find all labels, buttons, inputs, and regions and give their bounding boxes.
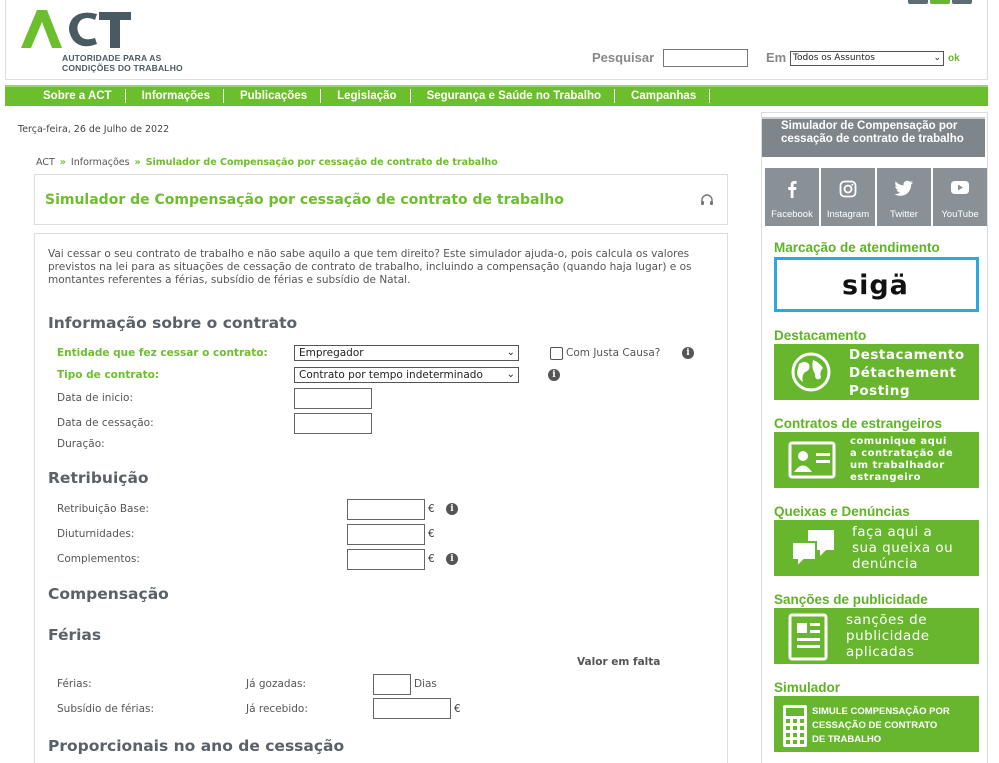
siga-banner[interactable]: sigä bbox=[774, 257, 979, 312]
id-card-icon bbox=[788, 441, 836, 479]
currency-label: € bbox=[428, 503, 435, 515]
top-utility-buttons bbox=[908, 0, 974, 7]
speech-bubbles-icon bbox=[791, 530, 834, 570]
start-date-label: Data de inicio: bbox=[57, 392, 134, 404]
breadcrumb-informacoes[interactable]: Informações bbox=[71, 157, 130, 168]
missing-value-label: Valor em falta bbox=[577, 656, 661, 668]
twitter-icon bbox=[894, 180, 913, 196]
nav-item-seguranca[interactable]: Segurança e Saúde no Trabalho bbox=[411, 89, 616, 103]
page-title-box: Simulador de Compensação por cessação de… bbox=[34, 174, 728, 225]
act-logo[interactable] bbox=[21, 8, 133, 52]
seniority-label: Diuturnidades: bbox=[57, 528, 135, 540]
facebook-icon bbox=[788, 181, 797, 198]
globe-icon bbox=[791, 352, 831, 392]
chevron-down-icon: ⌄ bbox=[933, 53, 941, 63]
seniority-input[interactable] bbox=[347, 524, 425, 545]
days-taken-input[interactable] bbox=[373, 674, 411, 695]
end-date-label: Data de cessação: bbox=[57, 417, 154, 429]
holidays-label: Férias: bbox=[57, 678, 92, 690]
info-icon[interactable]: i bbox=[548, 369, 560, 381]
calculator-icon bbox=[783, 705, 807, 747]
breadcrumb-home[interactable]: ACT bbox=[36, 157, 55, 168]
contract-heading: Informação sobre o contrato bbox=[48, 314, 298, 332]
search-scope-label: Em bbox=[766, 50, 787, 65]
holidays-heading: Férias bbox=[48, 626, 102, 644]
logo-subtitle: AUTORIDADE PARA AS CONDIÇÕES DO TRABALHO bbox=[62, 53, 183, 73]
nav-item-sobre[interactable]: Sobre a ACT bbox=[25, 89, 126, 103]
breadcrumb: ACT» Informações» Simulador de Compensação… bbox=[36, 157, 498, 168]
proportional-heading: Proporcionais no ano de cessação bbox=[48, 737, 345, 755]
page-title: Simulador de Compensação por cessação de… bbox=[45, 192, 564, 208]
currency-label: € bbox=[428, 553, 435, 565]
nav-item-informacoes[interactable]: Informações bbox=[126, 89, 224, 103]
entity-label: Entidade que fez cessar o contrato: bbox=[57, 347, 268, 359]
sanctions-banner[interactable]: sanções de publicidade aplicadas bbox=[774, 608, 979, 664]
days-unit: Dias bbox=[414, 678, 437, 690]
search-ok-button[interactable]: ok bbox=[948, 53, 960, 64]
posting-title: Destacamento bbox=[774, 328, 867, 343]
allowance-received-input[interactable] bbox=[373, 698, 451, 719]
complaints-banner[interactable]: faça aqui a sua queixa ou denúncia bbox=[774, 520, 979, 576]
base-pay-input[interactable] bbox=[347, 499, 425, 520]
complaints-title: Queixas e Denúncias bbox=[774, 504, 910, 519]
search-scope-select[interactable]: Todos os Assuntos ⌄ bbox=[790, 51, 944, 66]
taken-label: Já gozadas: bbox=[246, 678, 307, 690]
social-facebook[interactable]: Facebook bbox=[765, 168, 819, 226]
foreign-contracts-title: Contratos de estrangeiros bbox=[774, 416, 943, 431]
base-pay-label: Retribuição Base: bbox=[57, 503, 149, 515]
currency-label: € bbox=[428, 528, 435, 540]
intro-text: Vai cessar o seu contrato de trabalho e … bbox=[48, 248, 692, 286]
start-date-input[interactable] bbox=[294, 388, 372, 409]
search-label: Pesquisar bbox=[592, 50, 655, 65]
simulator-title: Simulador bbox=[774, 680, 841, 695]
breadcrumb-current: Simulador de Compensação por cessação de… bbox=[145, 157, 498, 168]
contract-type-select[interactable]: Contrato por tempo indeterminado ⌄ bbox=[294, 367, 519, 383]
foreign-contracts-banner[interactable]: comunique aqui a contratação de um trabalh… bbox=[774, 432, 979, 488]
social-instagram[interactable]: Instagram bbox=[821, 168, 875, 226]
social-links: Facebook Instagram Twitter YouTube bbox=[765, 168, 989, 226]
appointment-title: Marcação de atendimento bbox=[774, 240, 940, 255]
sidebar-header: Simulador de Compensação por cessação de… bbox=[762, 117, 985, 157]
instagram-icon bbox=[839, 180, 857, 198]
received-label: Já recebido: bbox=[246, 703, 308, 715]
sanctions-title: Sanções de publicidade bbox=[774, 592, 928, 607]
compensation-heading: Compensação bbox=[48, 585, 169, 603]
posting-banner[interactable]: Destacamento Détachement Posting bbox=[774, 344, 979, 400]
currency-label: € bbox=[454, 703, 461, 715]
main-nav: Sobre a ACT Informações Publicações Legi… bbox=[5, 85, 988, 106]
social-youtube[interactable]: YouTube bbox=[933, 168, 987, 226]
info-icon[interactable]: i bbox=[446, 503, 458, 515]
social-twitter[interactable]: Twitter bbox=[877, 168, 931, 226]
pay-heading: Retribuição bbox=[48, 469, 149, 487]
extras-input[interactable] bbox=[347, 549, 425, 570]
current-date: Terça-feira, 26 de Julho de 2022 bbox=[18, 124, 170, 135]
nav-item-legislacao[interactable]: Legislação bbox=[321, 89, 411, 103]
just-cause-checkbox[interactable] bbox=[550, 347, 563, 360]
simulator-banner[interactable]: SIMULE COMPENSAÇÃO POR CESSAÇÃO DE CONTRA… bbox=[774, 696, 979, 752]
end-date-input[interactable] bbox=[294, 413, 372, 434]
allowance-label: Subsídio de férias: bbox=[57, 703, 155, 715]
chevron-down-icon: ⌄ bbox=[506, 369, 515, 380]
siga-logo: sigä bbox=[842, 270, 909, 301]
entity-select[interactable]: Empregador ⌄ bbox=[294, 345, 519, 361]
document-icon bbox=[788, 613, 828, 661]
act-logo-mark bbox=[21, 10, 131, 48]
youtube-icon bbox=[951, 181, 969, 194]
duration-label: Duração: bbox=[57, 438, 105, 450]
search-input[interactable] bbox=[663, 49, 748, 67]
chevron-down-icon: ⌄ bbox=[506, 347, 515, 358]
extras-label: Complementos: bbox=[57, 553, 140, 565]
info-icon[interactable]: i bbox=[682, 347, 694, 359]
info-icon[interactable]: i bbox=[446, 553, 458, 565]
headphones-icon[interactable] bbox=[700, 194, 714, 206]
contract-type-label: Tipo de contrato: bbox=[57, 369, 160, 381]
just-cause-label: Com Justa Causa? bbox=[566, 347, 661, 359]
nav-item-publicacoes[interactable]: Publicações bbox=[224, 89, 322, 103]
nav-item-campanhas[interactable]: Campanhas bbox=[615, 89, 711, 103]
